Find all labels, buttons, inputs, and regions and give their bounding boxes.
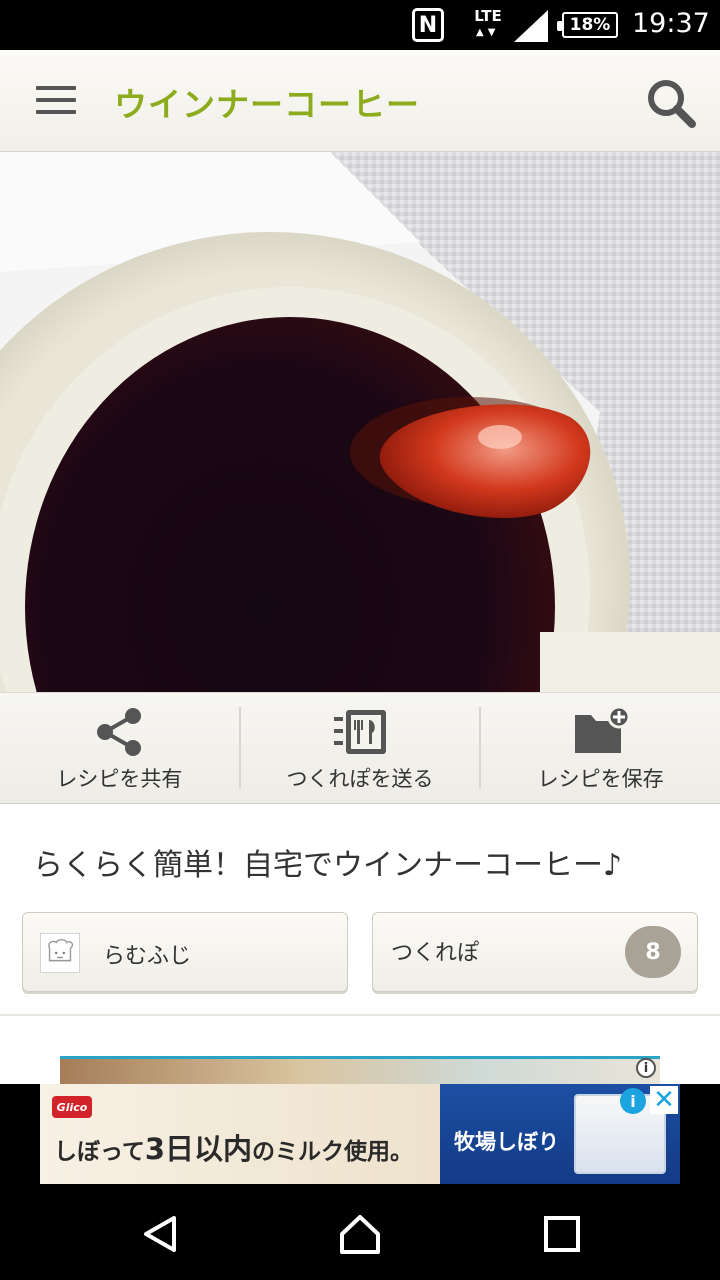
ad-copy-highlight: 3日以内 [144, 1132, 253, 1166]
ad-copy: しぼって3日以内のミルク使用。 [54, 1126, 413, 1168]
network-type: LTE [474, 7, 502, 25]
content-divider [0, 1014, 720, 1016]
ad-brand-logo: Glico [52, 1096, 92, 1118]
ad-area: Glico しぼって3日以内のミルク使用。 牧場しぼり i ✕ [0, 1084, 720, 1188]
page-title: ウインナーコーヒー [114, 85, 420, 124]
ad-info-icon[interactable]: i [620, 1088, 646, 1114]
recents-icon[interactable] [540, 1212, 584, 1256]
share-recipe-label: レシピを共有 [56, 767, 183, 791]
recipe-photo[interactable] [0, 152, 720, 692]
ad-left-panel: Glico しぼって3日以内のミルク使用。 [40, 1084, 440, 1184]
share-recipe-button[interactable]: レシピを共有 [0, 693, 239, 803]
menu-icon[interactable] [36, 86, 76, 114]
ad-close-icon[interactable]: ✕ [650, 1086, 678, 1114]
share-icon [97, 708, 142, 756]
signal-icon [514, 10, 548, 42]
data-arrows-icon: ▲▼ [476, 27, 500, 38]
ad-copy-suffix: のミルク使用。 [252, 1139, 414, 1165]
ad-product-name: 牧場しぼり [454, 1130, 559, 1154]
home-icon[interactable] [338, 1212, 382, 1256]
nfc-icon: N [412, 8, 444, 42]
ad-banner[interactable]: Glico しぼって3日以内のミルク使用。 牧場しぼり i ✕ [40, 1084, 680, 1184]
battery-icon: 18% [557, 12, 618, 38]
author-button[interactable]: らむふじ [22, 912, 348, 992]
save-recipe-button[interactable]: レシピを保存 [481, 693, 720, 803]
action-bar: レシピを共有 つくれぽを送る レシピを保存 [0, 692, 720, 804]
back-icon[interactable] [138, 1212, 182, 1256]
recipe-title: らくらく簡単！自宅でウインナーコーヒー♪ [33, 848, 623, 883]
send-tsukurepo-button[interactable]: つくれぽを送る [241, 693, 480, 803]
tsukurepo-label: つくれぽ [391, 941, 480, 966]
author-name: らむふじ [103, 944, 192, 969]
recipe-photo-image [0, 152, 720, 692]
ad-copy-prefix: しぼって [54, 1139, 145, 1165]
tsukurepo-count-badge: 8 [625, 926, 681, 978]
search-icon[interactable] [645, 77, 697, 129]
inline-ad-info-icon[interactable]: i [636, 1058, 656, 1078]
inline-ad-preview[interactable] [60, 1056, 660, 1084]
folder-add-icon [574, 707, 629, 753]
tsukurepo-send-icon [334, 710, 386, 754]
app-bar: ウインナーコーヒー [0, 50, 720, 152]
clock: 19:37 [632, 8, 710, 39]
send-tsukurepo-label: つくれぽを送る [286, 767, 434, 791]
navigation-bar [0, 1188, 720, 1280]
save-recipe-label: レシピを保存 [537, 767, 664, 791]
status-bar: N LTE ▲▼ 18% 19:37 [0, 0, 720, 50]
tsukurepo-button[interactable]: つくれぽ 8 [372, 912, 698, 992]
avatar [40, 933, 80, 973]
recipe-content: らくらく簡単！自宅でウインナーコーヒー♪ らむふじ つくれぽ 8 i [0, 804, 720, 1084]
